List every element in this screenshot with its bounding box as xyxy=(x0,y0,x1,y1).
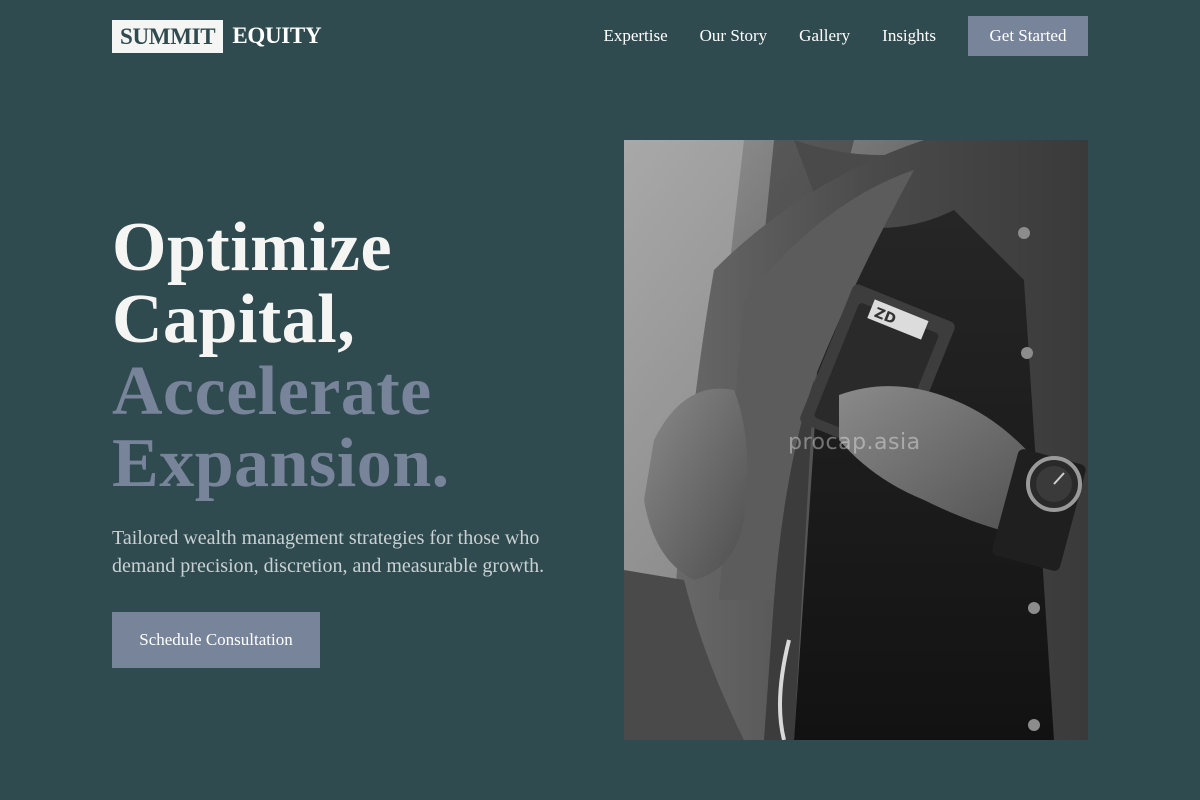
hero-heading: Optimize Capital, Accelerate Expansion. xyxy=(112,212,450,500)
hero-heading-line-2: Capital, xyxy=(112,281,356,358)
schedule-consultation-button[interactable]: Schedule Consultation xyxy=(112,612,320,668)
site-header: SUMMIT EQUITY Expertise Our Story Galler… xyxy=(112,16,1088,56)
nav-link-gallery[interactable]: Gallery xyxy=(799,26,850,46)
photo-watermark: procap.asia xyxy=(788,430,921,455)
hero-subtitle: Tailored wealth management strategies fo… xyxy=(112,527,545,577)
main-nav: Expertise Our Story Gallery Insights Get… xyxy=(603,16,1088,56)
nav-link-insights[interactable]: Insights xyxy=(882,26,936,46)
nav-link-our-story[interactable]: Our Story xyxy=(700,26,768,46)
nav-link-expertise[interactable]: Expertise xyxy=(603,26,667,46)
hero-heading-accent-line-2: Expansion. xyxy=(112,425,450,502)
hero-heading-accent-line-1: Accelerate xyxy=(112,353,432,430)
hero-heading-line-1: Optimize xyxy=(112,209,393,286)
hero-photo: ZD procap.asia xyxy=(624,140,1088,740)
logo-box-word: SUMMIT xyxy=(112,19,224,53)
logo-word: EQUITY xyxy=(232,23,322,48)
brand-logo[interactable]: SUMMIT EQUITY xyxy=(112,19,322,53)
get-started-button[interactable]: Get Started xyxy=(968,16,1088,56)
